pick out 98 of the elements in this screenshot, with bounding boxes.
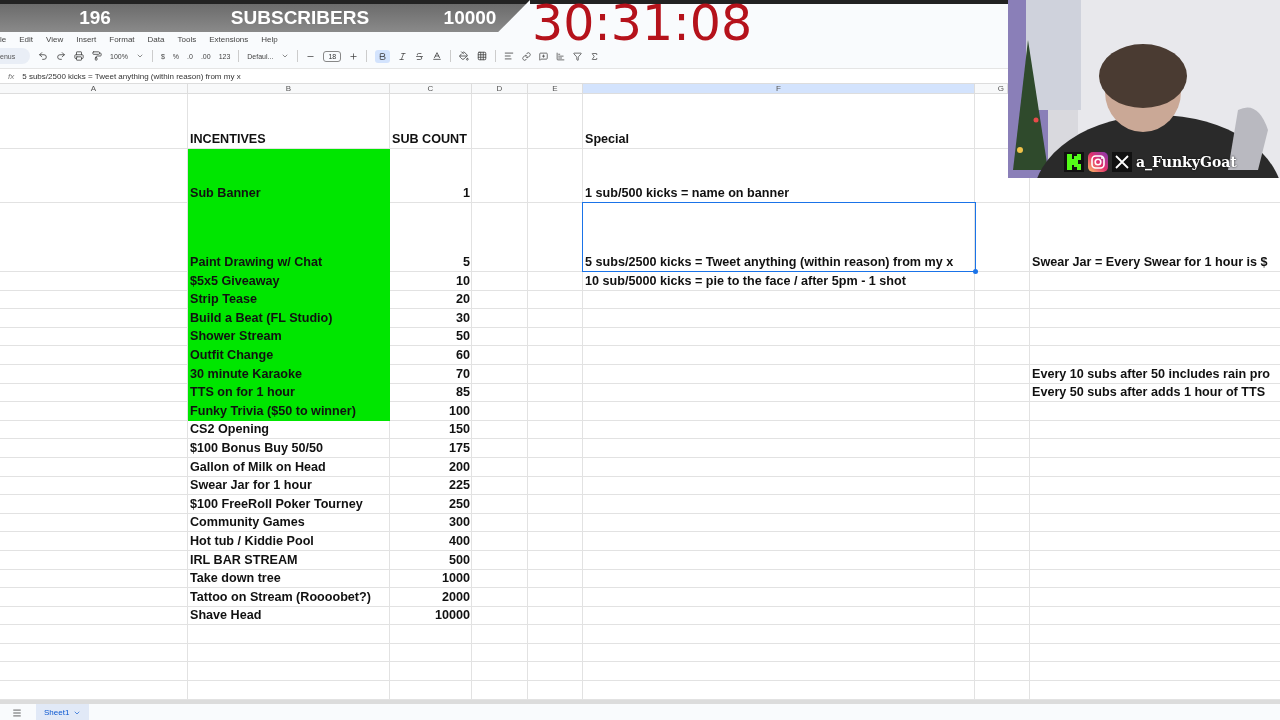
incentive-text: Shower Stream [190,329,282,345]
sub-count-text: 200 [449,459,470,475]
column-header[interactable]: F [583,84,975,93]
sub-count-text: 400 [449,533,470,549]
sub-count-text: 150 [449,422,470,438]
incentive-text: Build a Beat (FL Studio) [190,310,333,326]
incentive-text: $100 Bonus Buy 50/50 [190,440,323,456]
formula-text[interactable]: 5 subs/2500 kicks = Tweet anything (within reason) from my x [22,71,241,81]
menu-item[interactable]: Extensions [209,34,249,44]
incentive-text: Paint Drawing w/ Chat [190,255,323,270]
redo-icon[interactable] [56,51,66,61]
sub-count-text: 50 [456,329,470,345]
menu-item[interactable]: View [46,34,64,44]
function-label: fx [8,71,15,81]
incentive-text: Hot tub / Kiddie Pool [190,533,314,549]
bold-button[interactable] [375,49,391,63]
filter-icon[interactable] [573,51,583,61]
sub-count-text: 30 [456,310,470,326]
sub-count-text: SUB COUNT [392,132,467,147]
special-text: Special [585,132,630,147]
sub-count-text: 70 [456,366,470,382]
note-text: Swear Jar = Every Swear for 1 hour is $ [1032,255,1268,270]
incentive-text: Shave Head [190,608,262,624]
plus-icon[interactable] [349,51,359,61]
print-icon[interactable] [74,51,84,61]
menu-item[interactable]: Help [261,34,278,44]
fill-handle[interactable] [973,269,978,274]
column-header[interactable]: B [188,84,390,93]
incentive-text: CS2 Opening [190,422,270,438]
countdown-timer: 30:31:08 [532,2,753,46]
sub-count-text: 2000 [441,589,470,605]
comment-icon[interactable] [539,51,549,61]
subscriber-goal: 10000 [443,7,497,29]
special-text: 5 subs/2500 kicks = Tweet anything (within reason) from my x [585,255,954,270]
incentive-text: $100 FreeRoll Poker Tourney [190,496,363,512]
incentive-text: Sub Banner [190,186,261,201]
sub-count-text: 1 [463,186,470,201]
incentive-text: TTS on for 1 hour [190,385,295,401]
menu-icon[interactable] [12,707,22,718]
caret-icon[interactable] [281,52,290,60]
incentive-text: Community Games [190,515,305,531]
italic-icon[interactable] [398,51,408,61]
sub-count-text: 20 [456,292,470,308]
incentive-text: Take down tree [190,571,281,587]
incentive-text: Swear Jar for 1 hour [190,478,312,494]
incentive-text: Tattoo on Stream (Roooobet?) [190,589,371,605]
sub-count-text: 300 [449,515,470,531]
column-header[interactable]: A [0,84,188,93]
sub-count-text: 500 [449,552,470,568]
column-header[interactable]: D [472,84,528,93]
sub-count-text: 1000 [441,571,470,587]
link-icon[interactable] [522,51,532,61]
chart-icon[interactable] [556,51,566,61]
borders-icon[interactable] [477,51,488,61]
incentive-text: INCENTIVES [190,132,266,147]
caret-icon[interactable] [135,52,144,60]
strikethrough-icon[interactable] [415,51,425,61]
sub-count-text: 85 [456,385,470,401]
fill-color-icon[interactable] [459,51,470,61]
note-text: Every 50 subs after adds 1 hour of TTS [1032,385,1266,401]
subscriber-count: 196 [79,7,111,29]
instagram-logo-icon [1088,152,1108,172]
sub-count-text: 5 [463,255,470,270]
sub-count-text: 225 [449,478,470,494]
menu-item[interactable]: Insert [76,34,97,44]
menu-item[interactable]: Data [147,34,165,44]
column-header[interactable]: C [390,84,472,93]
sub-count-text: 10 [456,273,470,289]
incentive-text: Strip Tease [190,292,257,308]
special-text: 10 sub/5000 kicks = pie to the face / after 5pm - 1 shot [585,273,906,289]
undo-icon[interactable] [38,51,48,61]
paint-format-icon[interactable] [92,51,102,61]
x-logo-icon [1112,152,1132,172]
incentive-text: Outfit Change [190,347,274,363]
sheet-tab[interactable]: Sheet1 [36,703,90,720]
text-color-icon[interactable] [432,51,443,61]
sum-icon[interactable] [590,51,600,61]
menu-item[interactable]: le [0,34,7,44]
incentive-text: IRL BAR STREAM [190,552,298,568]
menu-item[interactable]: Edit [19,34,34,44]
sub-count-text: 175 [449,440,470,456]
sub-count-text: 10000 [434,608,470,624]
selected-cell[interactable]: 5 subs/2500 kicks = Tweet anything (within reason) from my x [583,203,975,271]
note-text: Every 10 subs after 50 includes rain pro [1032,366,1270,382]
special-text: 1 sub/500 kicks = name on banner [585,186,790,201]
sub-count-text: 60 [456,347,470,363]
incentive-text: Gallon of Milk on Head [190,459,326,475]
incentive-text: 30 minute Karaoke [190,366,302,382]
banner-label: SUBSCRIBERS [230,7,370,29]
sub-count-text: 100 [449,403,470,419]
kick-logo-icon [1064,152,1084,172]
incentive-text: Funky Trivia ($50 to winner) [190,403,356,419]
incentive-text: $5x5 Giveaway [190,273,280,289]
bold-icon [378,51,388,61]
menu-item[interactable]: Tools [177,34,197,44]
sub-count-text: 250 [449,496,470,512]
align-icon[interactable] [504,51,515,61]
menu-item[interactable]: Format [109,34,135,44]
